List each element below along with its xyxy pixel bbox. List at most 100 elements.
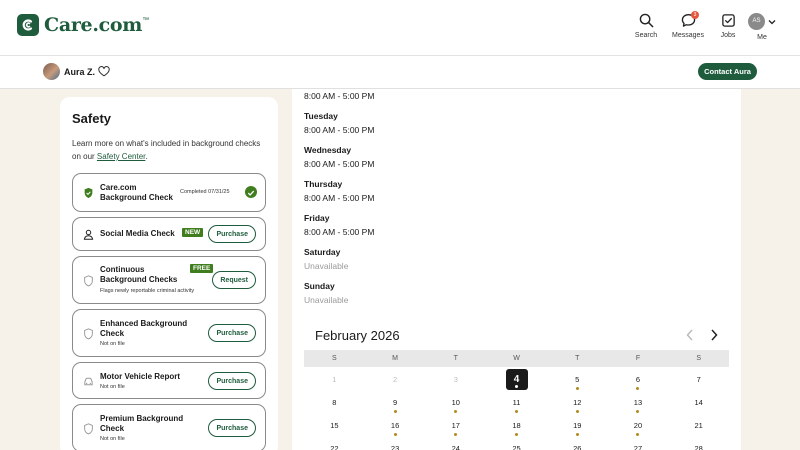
purchase-enhanced-button[interactable]: Purchase <box>208 324 256 342</box>
purchase-motor-vehicle-button[interactable]: Purchase <box>208 372 256 390</box>
availability-panel: 8:00 AM - 5:00 PM Tuesday 8:00 AM - 5:00… <box>292 89 741 450</box>
calendar-day[interactable]: 20 <box>608 415 669 438</box>
safety-description: Learn more on what's included in backgro… <box>72 139 261 161</box>
availability-dot <box>575 387 579 390</box>
day-name: Saturday <box>304 247 341 257</box>
schedule-wednesday: Wednesday 8:00 AM - 5:00 PM <box>304 145 504 169</box>
chevron-down-icon <box>768 19 776 24</box>
calendar-day-number: 28 <box>694 444 703 450</box>
availability-dot <box>454 433 458 436</box>
profile-bar: Aura Z. Contact Aura <box>0 56 800 89</box>
check-status: Completed 07/31/25 <box>180 189 230 195</box>
check-subtext: Not on file <box>100 436 125 442</box>
purchase-social-media-button[interactable]: Purchase <box>208 225 256 243</box>
calendar-weekday-header: SMTWTFS <box>304 350 729 367</box>
safety-panel: Safety Learn more on what's included in … <box>60 97 278 450</box>
weekday-label: T <box>453 355 458 362</box>
heart-icon[interactable] <box>98 66 110 77</box>
nav-me[interactable]: AS Me <box>745 13 779 41</box>
calendar-day[interactable]: 7 <box>668 369 729 392</box>
calendar-day: 3 <box>425 369 486 392</box>
calendar-day[interactable]: 14 <box>668 392 729 415</box>
availability-dot <box>515 385 519 388</box>
calendar-grid: 1 2 3 4 5 6 7 8 9 10 11 12 13 14 15 16 17 18 19 20 21 22 23 24 2… <box>304 369 729 450</box>
calendar-day: 1 <box>304 369 365 392</box>
calendar-day-today[interactable]: 4 <box>486 369 547 392</box>
calendar-day[interactable]: 5 <box>547 369 608 392</box>
day-hours: Unavailable <box>304 261 349 271</box>
availability-dot <box>575 433 579 436</box>
chevron-left-icon[interactable] <box>684 328 696 342</box>
availability-dot <box>515 410 519 413</box>
nav-search[interactable]: Search <box>626 13 666 39</box>
calendar-day[interactable]: 24 <box>425 438 486 450</box>
nav-jobs[interactable]: Jobs <box>708 13 748 39</box>
care-logo-icon <box>17 14 39 36</box>
calendar-week-row: 8 9 10 11 12 13 14 <box>304 392 729 415</box>
calendar-day[interactable]: 21 <box>668 415 729 438</box>
calendar-day[interactable]: 13 <box>608 392 669 415</box>
calendar-day[interactable]: 27 <box>608 438 669 450</box>
check-card-enhanced: Enhanced Background Check Not on file Pu… <box>72 309 266 357</box>
check-subtext: Flags newly reportable criminal activity <box>100 288 195 294</box>
avatar: AS <box>748 13 765 30</box>
calendar-day-number: 21 <box>694 421 703 430</box>
calendar-week-row: 15 16 17 18 19 20 21 <box>304 415 729 438</box>
care-logo[interactable]: Care.com™ <box>17 14 149 36</box>
chevron-right-icon[interactable] <box>708 328 720 342</box>
calendar-day[interactable]: 26 <box>547 438 608 450</box>
purchase-premium-button[interactable]: Purchase <box>208 419 256 437</box>
logo-text: Care.com™ <box>44 14 149 36</box>
weekday-label: W <box>513 355 520 362</box>
calendar-day[interactable]: 9 <box>365 392 426 415</box>
day-name: Sunday <box>304 281 335 291</box>
calendar-day-number: 3 <box>453 375 458 384</box>
request-continuous-button[interactable]: Request <box>212 271 256 289</box>
calendar-month-title: February 2026 <box>315 328 400 343</box>
schedule-thursday: Thursday 8:00 AM - 5:00 PM <box>304 179 504 203</box>
calendar-day[interactable]: 25 <box>486 438 547 450</box>
calendar-day[interactable]: 12 <box>547 392 608 415</box>
day-hours: 8:00 AM - 5:00 PM <box>304 227 375 237</box>
weekday-label: F <box>635 355 641 362</box>
check-card-motor-vehicle: Motor Vehicle Report Not on file Purchas… <box>72 362 266 399</box>
safety-center-link[interactable]: Safety Center <box>97 152 145 161</box>
calendar-day[interactable]: 22 <box>304 438 365 450</box>
search-icon <box>639 13 653 28</box>
day-hours: 8:00 AM - 5:00 PM <box>304 91 375 101</box>
calendar-day[interactable]: 10 <box>425 392 486 415</box>
day-hours: 8:00 AM - 5:00 PM <box>304 193 375 203</box>
completed-check-icon <box>245 186 257 198</box>
calendar-day[interactable]: 18 <box>486 415 547 438</box>
check-subtext: Not on file <box>100 384 125 390</box>
check-card-premium: Premium Background Check Not on file Pur… <box>72 404 266 450</box>
calendar-day[interactable]: 17 <box>425 415 486 438</box>
calendar-day[interactable]: 8 <box>304 392 365 415</box>
nav-search-label: Search <box>634 32 658 39</box>
calendar-day[interactable]: 16 <box>365 415 426 438</box>
person-icon <box>83 229 94 240</box>
calendar-day[interactable]: 23 <box>365 438 426 450</box>
calendar-day[interactable]: 15 <box>304 415 365 438</box>
calendar-day-number: 2 <box>392 375 398 384</box>
schedule-friday: Friday 8:00 AM - 5:00 PM <box>304 213 504 237</box>
calendar-day-number: 25 <box>512 444 521 450</box>
check-name: Motor Vehicle Report <box>100 372 181 381</box>
shield-check-icon <box>84 187 93 198</box>
contact-button[interactable]: Contact Aura <box>698 63 757 80</box>
calendar-week-row: 22 23 24 25 26 27 28 <box>304 438 729 450</box>
availability-dot <box>454 410 458 413</box>
nav-messages-label: Messages <box>672 32 704 39</box>
calendar-day[interactable]: 11 <box>486 392 547 415</box>
nav-messages[interactable]: 3 Messages <box>668 11 708 39</box>
safety-title: Safety <box>72 111 112 126</box>
calendar-day[interactable]: 28 <box>668 438 729 450</box>
calendar-day[interactable]: 19 <box>547 415 608 438</box>
schedule-sunday: Sunday Unavailable <box>304 281 504 305</box>
nav-me-label: Me <box>757 34 767 41</box>
calendar-week-row: 1 2 3 456 7 <box>304 369 729 392</box>
calendar-day[interactable]: 6 <box>608 369 669 392</box>
today-highlight: 4 <box>505 369 528 390</box>
calendar-day-number: 1 <box>332 375 337 384</box>
availability-dot <box>393 433 397 436</box>
